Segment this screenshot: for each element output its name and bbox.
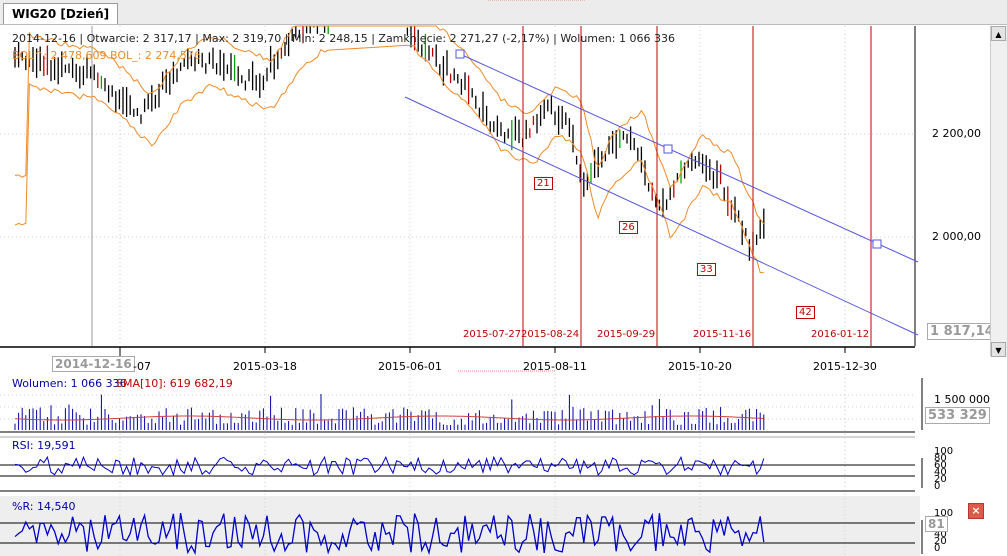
- count-label: 33: [697, 263, 716, 276]
- volume-current-box: 533 329: [925, 407, 990, 424]
- marker-date: 2016-01-12: [811, 329, 870, 340]
- vertical-scrollbar[interactable]: ▲ ▼: [990, 26, 1007, 357]
- bollinger-lower: [14, 44, 764, 274]
- count-label: 21: [534, 177, 553, 190]
- sma-label: SMA[10]: 619 682,19: [116, 377, 233, 390]
- channel-handle: [663, 144, 673, 154]
- marker-date: 2015-09-29: [597, 329, 656, 340]
- price-label: 2 200,00: [932, 127, 981, 140]
- date-label: -07: [133, 360, 151, 373]
- volume-axis-label: 1 500 000: [934, 393, 990, 406]
- cursor-date-box: 2014-12-16: [52, 356, 135, 372]
- channel-handle: [455, 49, 465, 59]
- oscillator-tick: 0: [934, 543, 941, 554]
- channel-lower: [404, 96, 919, 336]
- close-pane-icon[interactable]: ×: [968, 503, 984, 519]
- date-label: 2015-08-11: [523, 360, 587, 373]
- marker-date: 2015-08-24: [521, 329, 580, 340]
- bollinger-info: BOL^: 2 478,609 BOL_: 2 274,576: [12, 49, 201, 62]
- price-chart[interactable]: [0, 0, 990, 556]
- wr-current-box: 81: [925, 516, 948, 532]
- count-label: 42: [796, 306, 815, 319]
- date-label: 2015-03-18: [233, 360, 297, 373]
- current-price-box: 1 817,14: [927, 323, 997, 340]
- rsi-label: RSI: 19,591: [12, 439, 76, 452]
- count-label: 26: [619, 221, 638, 234]
- channel-handle: [872, 239, 882, 249]
- date-label: 2015-12-30: [813, 360, 877, 373]
- wr-label: %R: 14,540: [12, 500, 76, 513]
- date-label: 2015-10-20: [668, 360, 732, 373]
- ohlc-info: 2014-12-16 | Otwarcie: 2 317,17 | Max: 2…: [12, 32, 675, 45]
- scroll-up-button[interactable]: ▲: [991, 26, 1006, 41]
- volume-label: Wolumen: 1 066 336: [12, 377, 127, 390]
- oscillator-tick: 0: [934, 481, 941, 492]
- marker-date: 2015-11-16: [693, 329, 752, 340]
- scroll-down-button[interactable]: ▼: [991, 342, 1006, 357]
- date-label: 2015-06-01: [378, 360, 442, 373]
- rsi-line: [14, 455, 765, 477]
- channel-upper: [459, 53, 919, 263]
- marker-date: 2015-07-27: [463, 329, 522, 340]
- price-label: 2 000,00: [932, 230, 981, 243]
